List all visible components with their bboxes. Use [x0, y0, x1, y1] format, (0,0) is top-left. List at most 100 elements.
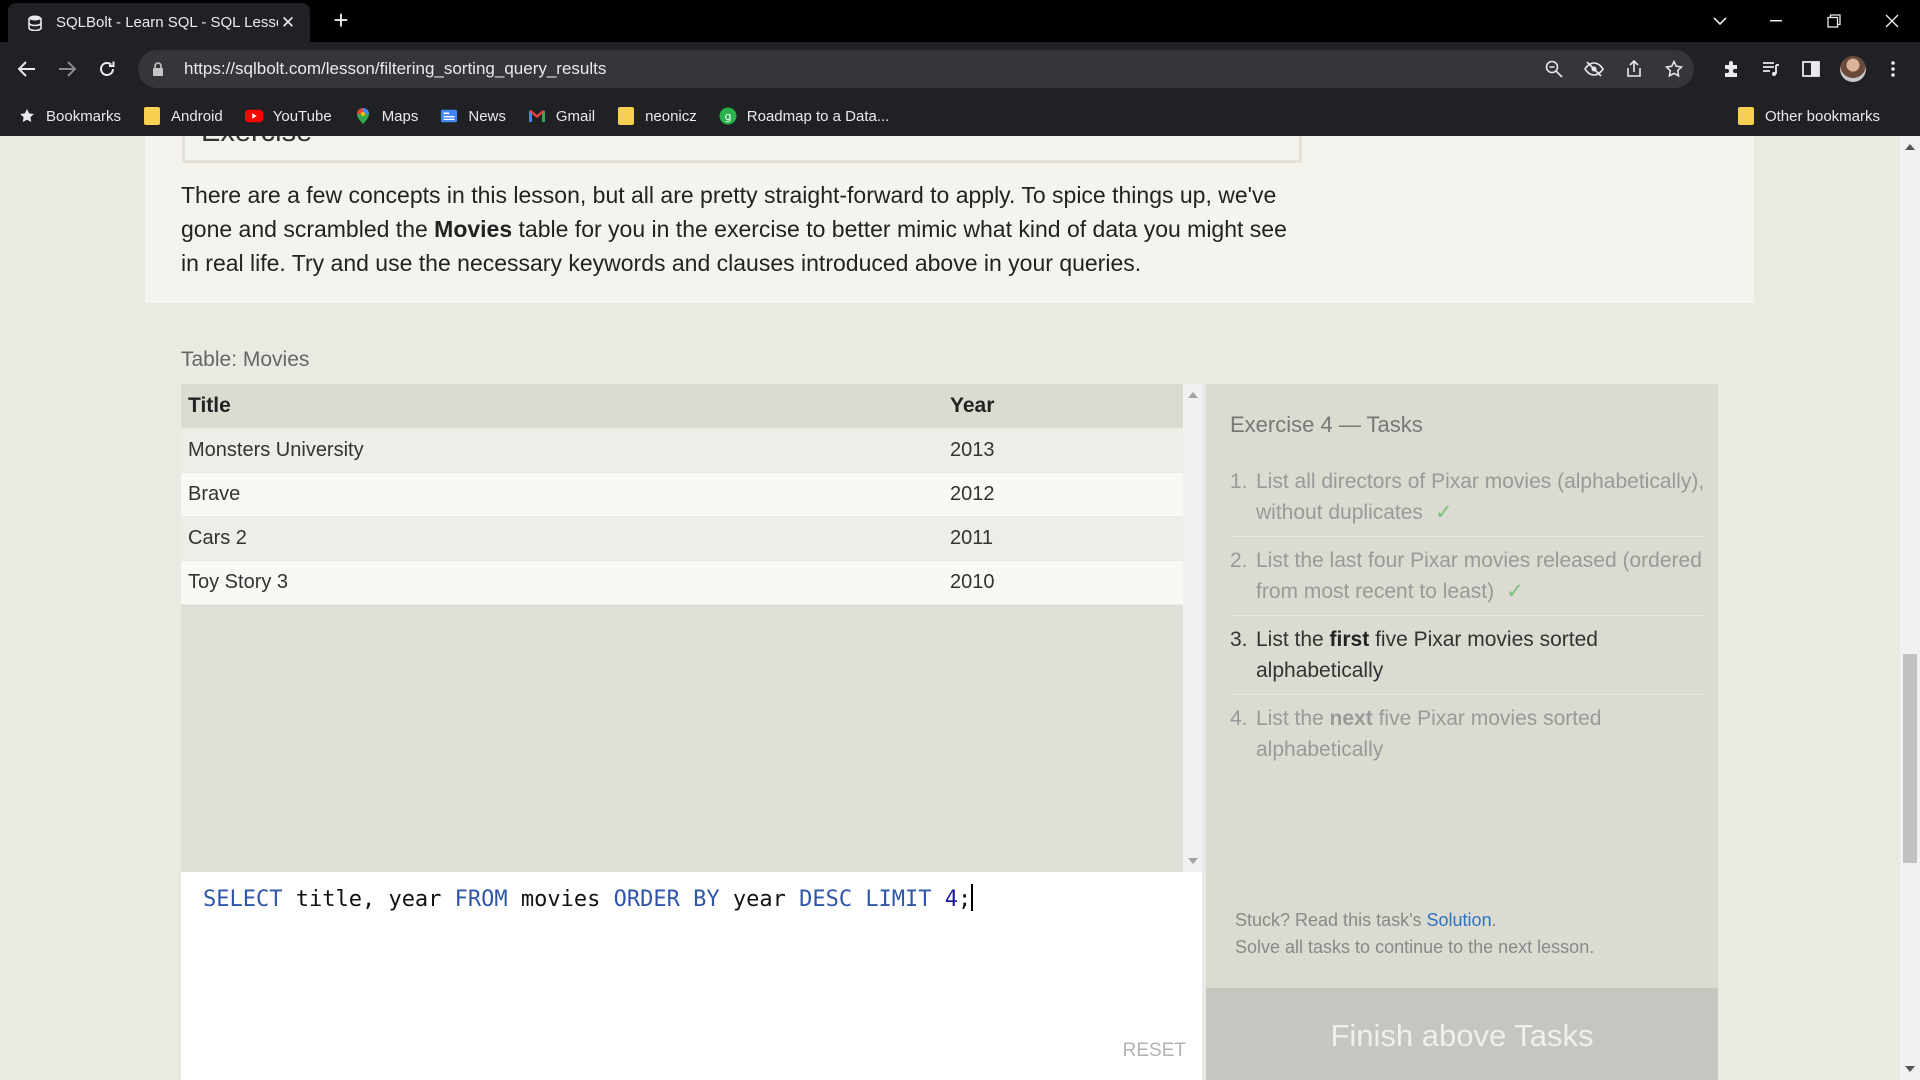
- task-text-part: List all directors of Pixar movies (alph…: [1256, 470, 1705, 524]
- cell-title: Monsters University: [188, 439, 364, 461]
- menu-icon[interactable]: [1878, 54, 1908, 84]
- sql-keyword: ORDER BY: [613, 887, 720, 912]
- scroll-down-icon[interactable]: [1905, 1066, 1915, 1072]
- sql-query[interactable]: SELECT title, year FROM movies ORDER BY …: [203, 884, 974, 912]
- finish-tasks-button[interactable]: Finish above Tasks: [1206, 988, 1718, 1080]
- task-item: 2. List the last four Pixar movies relea…: [1230, 537, 1706, 616]
- forward-button[interactable]: [52, 54, 82, 84]
- tab-search-icon[interactable]: [1692, 0, 1748, 42]
- new-tab-button[interactable]: +: [326, 6, 356, 36]
- star-icon: [18, 107, 36, 125]
- task-list: 1. List all directors of Pixar movies (a…: [1230, 458, 1706, 773]
- bookmark-star-icon[interactable]: [1654, 54, 1694, 84]
- scrollbar-thumb[interactable]: [1903, 654, 1917, 863]
- tab-title: SQLBolt - Learn SQL - SQL Lesson: [56, 14, 278, 31]
- results-table: Title Year Monsters University 2013 Brave 2…: [181, 384, 1202, 872]
- bookmark-neonicz[interactable]: neonicz: [617, 107, 697, 125]
- side-panel-icon[interactable]: [1796, 54, 1826, 84]
- share-icon[interactable]: [1614, 54, 1654, 84]
- restore-button[interactable]: [1806, 0, 1862, 42]
- bookmark-label: Other bookmarks: [1764, 107, 1880, 125]
- maps-icon: [354, 107, 372, 125]
- task-text-part: List the: [1256, 628, 1330, 651]
- bookmark-other[interactable]: Other bookmarks: [1737, 96, 1880, 136]
- bookmark-youtube[interactable]: YouTube: [244, 107, 332, 125]
- bookmark-label: Maps: [381, 107, 419, 125]
- sql-keyword: FROM: [454, 887, 508, 912]
- bookmark-maps[interactable]: Maps: [354, 107, 419, 125]
- task-number: 3.: [1230, 628, 1248, 651]
- cell-title: Brave: [188, 483, 241, 505]
- zoom-icon[interactable]: [1534, 54, 1574, 84]
- bookmark-gmail[interactable]: Gmail: [528, 107, 595, 125]
- table-label: Table: Movies: [181, 348, 310, 371]
- help-text: Stuck? Read this task's Solution. Solve …: [1235, 907, 1594, 961]
- browser-toolbar: https://sqlbolt.com/lesson/filtering_sor…: [0, 42, 1920, 96]
- cell-year: 2012: [950, 483, 995, 505]
- tasks-panel: Exercise 4 — Tasks 1. List all directors…: [1206, 384, 1718, 991]
- sql-editor[interactable]: SELECT title, year FROM movies ORDER BY …: [181, 872, 1202, 1080]
- table-row: Cars 2 2011: [181, 517, 1183, 561]
- close-tab-icon[interactable]: ✕: [278, 13, 298, 33]
- reload-button[interactable]: [92, 54, 122, 84]
- database-icon: [26, 14, 44, 32]
- intro-paragraph: There are a few concepts in this lesson,…: [181, 178, 1311, 280]
- lesson-column: Exercise There are a few concepts in thi…: [145, 136, 1754, 1080]
- task-number: 2.: [1230, 549, 1248, 572]
- profile-avatar[interactable]: [1838, 54, 1868, 84]
- url-text: https://sqlbolt.com/lesson/filtering_sor…: [184, 59, 607, 78]
- check-icon: ✓: [1506, 580, 1524, 603]
- page-scrollbar[interactable]: [1900, 136, 1920, 1080]
- table-row: Toy Story 3 2010: [181, 561, 1183, 605]
- tab-strip: SQLBolt - Learn SQL - SQL Lesson ✕ +: [0, 0, 1920, 42]
- bookmark-bookmarks[interactable]: Bookmarks: [18, 107, 121, 125]
- minimize-button[interactable]: [1748, 0, 1804, 42]
- sql-keyword: DESC: [799, 887, 853, 912]
- bookmark-news[interactable]: News: [440, 107, 506, 125]
- task-text-bold: first: [1329, 628, 1370, 651]
- roadmap-icon: g: [719, 107, 737, 125]
- solution-link[interactable]: Solution: [1427, 910, 1492, 930]
- cell-year: 2013: [950, 439, 995, 461]
- task-text: List the first five Pixar movies sorted …: [1256, 624, 1706, 686]
- results-scrollbar[interactable]: [1183, 384, 1202, 872]
- task-item-current: 3. List the first five Pixar movies sort…: [1230, 616, 1706, 695]
- bookmark-label: neonicz: [645, 107, 697, 125]
- active-tab[interactable]: SQLBolt - Learn SQL - SQL Lesson ✕: [8, 3, 310, 42]
- lock-icon[interactable]: [152, 61, 170, 77]
- close-window-button[interactable]: [1864, 0, 1920, 42]
- bookmarks-bar: Bookmarks Android YouTube Maps News Gmai…: [0, 96, 1920, 136]
- scroll-up-icon[interactable]: [1188, 392, 1198, 398]
- tasks-title: Exercise 4 — Tasks: [1230, 412, 1423, 437]
- table-header-row: Title Year: [181, 384, 1183, 429]
- task-text: List the next five Pixar movies sorted a…: [1256, 703, 1706, 765]
- task-text-part: List the: [1256, 707, 1330, 730]
- sql-text: year: [719, 887, 800, 912]
- column-header-title: Title: [188, 394, 231, 417]
- bookmark-label: News: [468, 107, 506, 125]
- sql-text: movies: [507, 887, 614, 912]
- scroll-down-icon[interactable]: [1188, 858, 1198, 864]
- bookmark-label: Bookmarks: [46, 107, 122, 125]
- scroll-up-icon[interactable]: [1905, 144, 1915, 150]
- back-button[interactable]: [12, 54, 42, 84]
- bookmark-label: Roadmap to a Data...: [746, 107, 890, 125]
- folder-icon: [143, 107, 161, 125]
- tracking-blocked-icon[interactable]: [1574, 54, 1614, 84]
- task-number: 4.: [1230, 707, 1248, 730]
- address-bar[interactable]: https://sqlbolt.com/lesson/filtering_sor…: [138, 50, 1694, 88]
- bookmark-roadmap[interactable]: g Roadmap to a Data...: [719, 107, 890, 125]
- cell-year: 2010: [950, 571, 995, 593]
- extensions-icon[interactable]: [1716, 54, 1746, 84]
- intro-bold: Movies: [434, 216, 513, 242]
- youtube-icon: [244, 107, 263, 125]
- gmail-icon: [528, 107, 546, 125]
- bookmark-label: Gmail: [555, 107, 596, 125]
- page-viewport: Exercise There are a few concepts in thi…: [0, 136, 1900, 1080]
- bookmark-android[interactable]: Android: [143, 107, 223, 125]
- svg-text:g: g: [724, 110, 731, 123]
- task-number: 1.: [1230, 470, 1248, 493]
- media-queue-icon[interactable]: [1756, 54, 1786, 84]
- lesson-text: Exercise There are a few concepts in thi…: [145, 136, 1754, 303]
- reset-button[interactable]: RESET: [1123, 1040, 1186, 1062]
